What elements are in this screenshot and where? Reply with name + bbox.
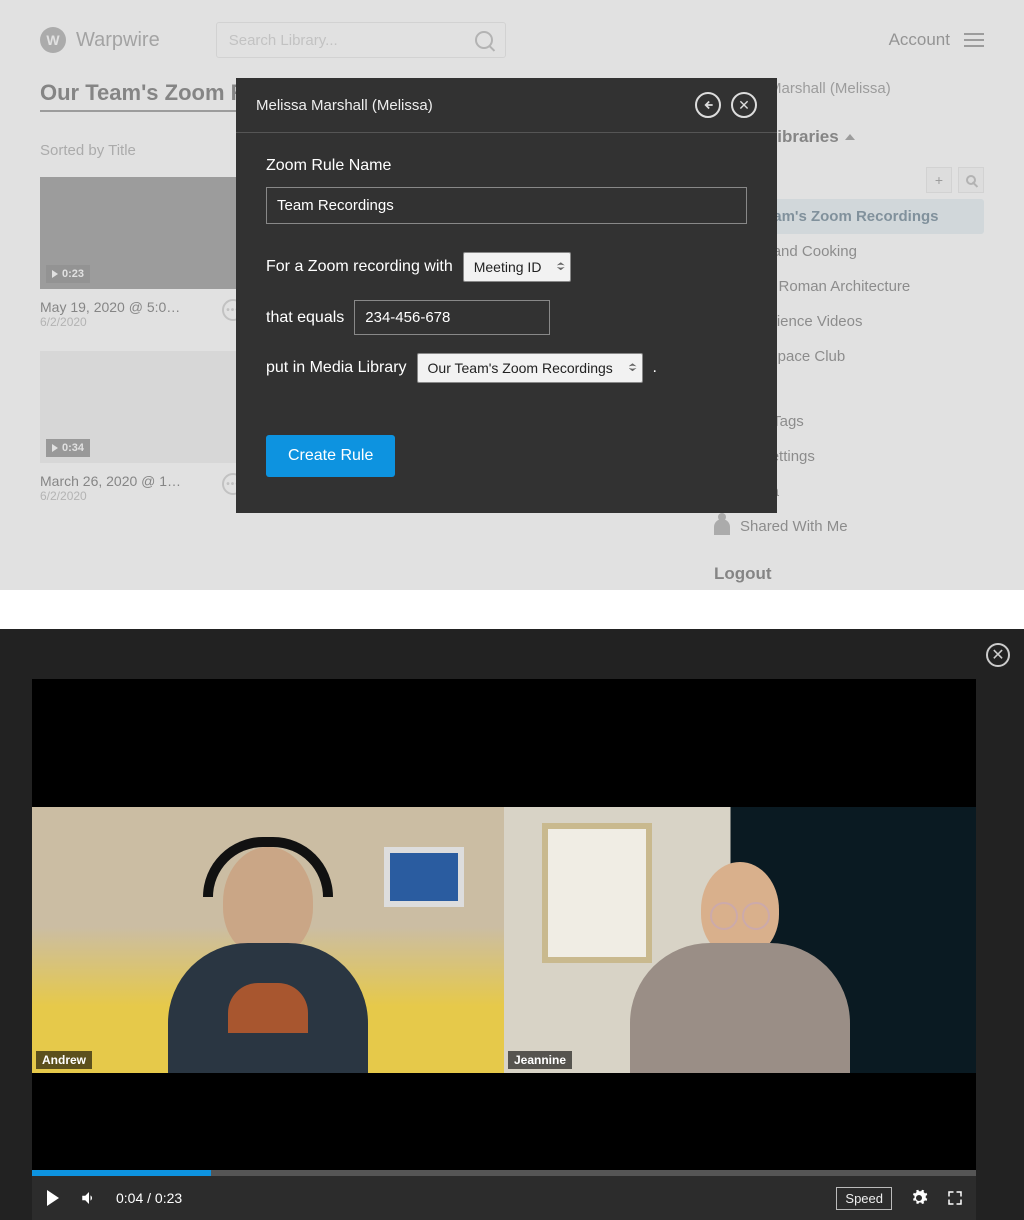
wall-art-icon (542, 823, 652, 963)
player-controls: 0:04 / 0:23 Speed (32, 1176, 976, 1220)
rule-name-input[interactable] (266, 187, 747, 224)
participant-tile-jeannine: Jeannine (504, 807, 976, 1073)
period: . (653, 359, 657, 377)
wall-art-icon (384, 847, 464, 907)
video-player-panel: ✕ Andrew Jeannine (0, 609, 1024, 1220)
participant-name-tag: Jeannine (508, 1051, 572, 1069)
put-label: put in Media Library (266, 359, 407, 377)
destination-library-select[interactable]: Our Team's Zoom Recordings (417, 353, 643, 383)
volume-button[interactable] (80, 1189, 98, 1207)
person-silhouette (630, 943, 850, 1073)
modal-back-button[interactable] (695, 92, 721, 118)
speed-button[interactable]: Speed (836, 1187, 892, 1210)
match-field-select[interactable]: Meeting ID (463, 252, 571, 282)
create-rule-button[interactable]: Create Rule (266, 435, 395, 477)
modal-title: Melissa Marshall (Melissa) (256, 97, 433, 114)
for-label: For a Zoom recording with (266, 258, 453, 276)
person-silhouette (223, 847, 313, 957)
glasses-icon (710, 902, 770, 930)
fullscreen-button[interactable] (946, 1189, 964, 1207)
video-stage[interactable]: Andrew Jeannine (32, 679, 976, 1176)
play-button[interactable] (44, 1189, 62, 1207)
player-close-button[interactable]: ✕ (986, 643, 1010, 667)
zoom-rule-modal: Melissa Marshall (Melissa) ✕ Zoom Rule N… (236, 78, 777, 513)
participant-tile-andrew: Andrew (32, 807, 504, 1073)
modal-close-button[interactable]: ✕ (731, 92, 757, 118)
participant-name-tag: Andrew (36, 1051, 92, 1069)
equals-input[interactable] (354, 300, 550, 335)
play-icon (47, 1190, 59, 1206)
equals-label: that equals (266, 309, 344, 327)
settings-button[interactable] (910, 1189, 928, 1207)
time-display: 0:04 / 0:23 (116, 1190, 182, 1206)
rule-name-label: Zoom Rule Name (266, 157, 747, 175)
person-silhouette (228, 983, 308, 1033)
